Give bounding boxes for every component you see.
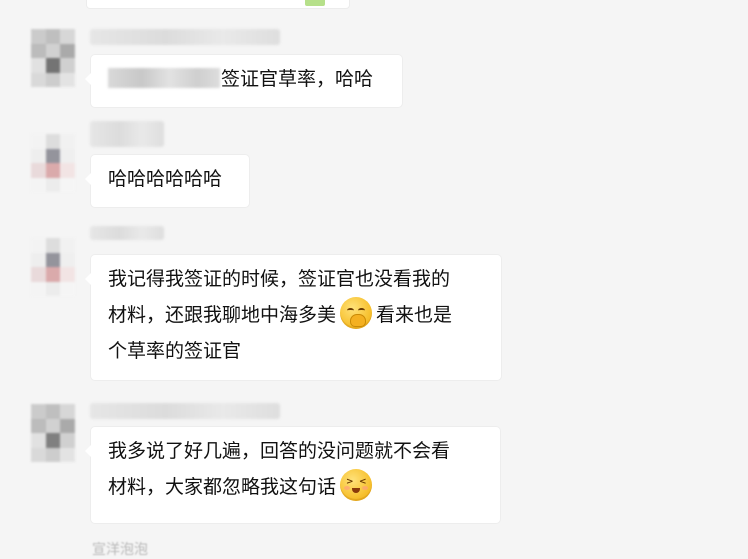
message-text: 签证官草率，哈哈 — [108, 61, 385, 97]
avatar[interactable] — [31, 29, 75, 87]
avatar[interactable] — [31, 238, 75, 296]
previous-message-bubble-edge — [86, 0, 350, 9]
message-bubble[interactable]: 哈哈哈哈哈哈 — [85, 155, 249, 207]
message-text-line: 材料，大家都忽略我这句话 > < — [108, 469, 483, 505]
message-text-line: 我记得我签证的时候，签证官也没看我的 — [108, 268, 451, 290]
next-message-partial: 宣洋泡泡 — [92, 542, 148, 558]
sender-name — [90, 29, 280, 45]
message-text-line: 个草率的签证官 — [108, 340, 242, 362]
sender-name — [90, 403, 280, 419]
previous-message-highlight — [305, 0, 325, 6]
avatar[interactable] — [31, 134, 75, 192]
avatar[interactable] — [31, 404, 75, 462]
message-bubble[interactable]: 我记得我签证的时候，签证官也没看我的 材料，还跟我聊地中海多美 看来也是 个草率的… — [85, 255, 501, 380]
thinking-face-emoji-icon — [340, 297, 373, 329]
message-bubble[interactable]: 签证官草率，哈哈 — [85, 55, 402, 107]
sender-name — [90, 121, 164, 147]
message-text-line: 材料，还跟我聊地中海多美 看来也是 — [108, 297, 484, 333]
message-text-line: 我多说了好几遍，回答的没问题就不会看 — [108, 440, 451, 462]
message-bubble[interactable]: 我多说了好几遍，回答的没问题就不会看 材料，大家都忽略我这句话 > < — [85, 427, 500, 523]
sender-name — [90, 226, 164, 240]
message-text: 哈哈哈哈哈哈 — [108, 168, 223, 190]
redacted-text — [108, 68, 220, 88]
grinning-squinting-face-emoji-icon: > < — [340, 469, 373, 501]
